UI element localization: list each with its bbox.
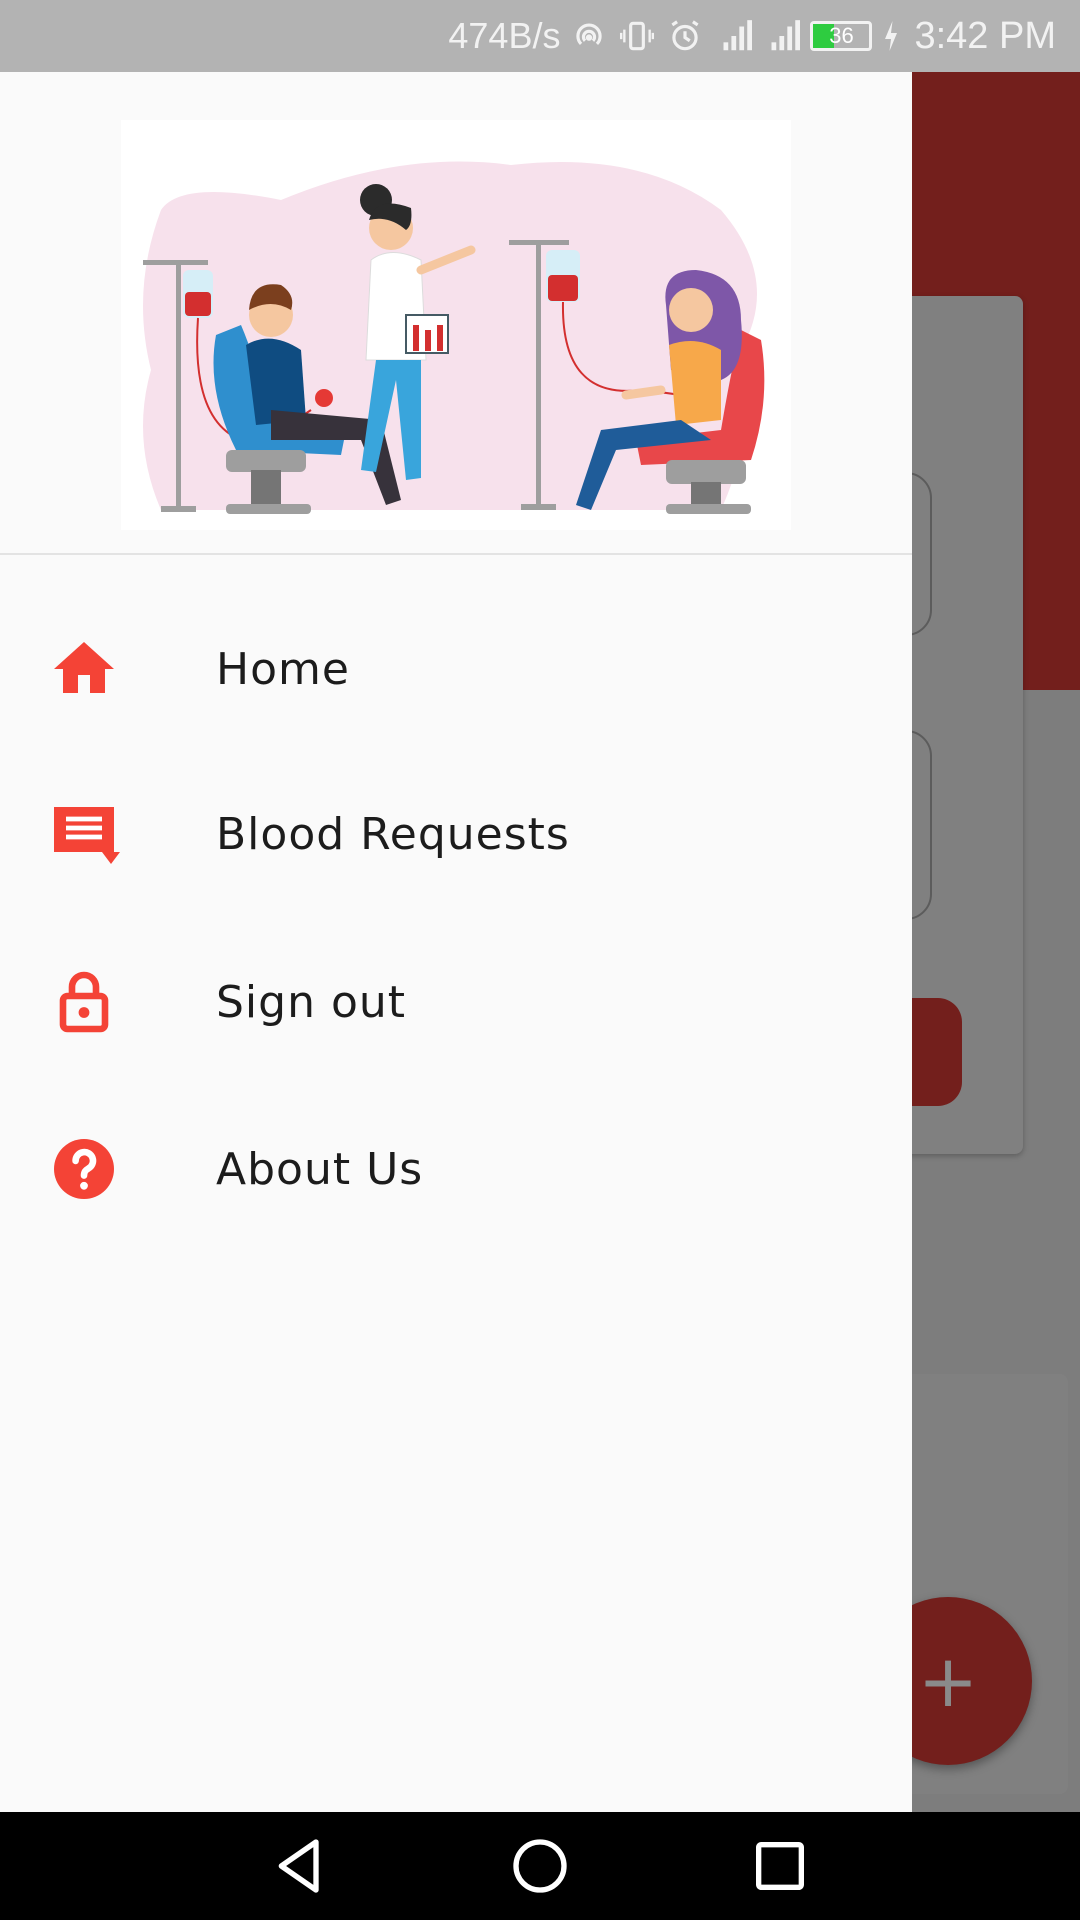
menu-item-label: Blood Requests [216,808,570,860]
menu-item-home[interactable]: Home [0,604,912,734]
network-speed: 474B/s [448,15,561,56]
menu-item-sign-out[interactable]: Sign out [0,937,912,1067]
back-icon[interactable] [268,1834,332,1898]
alarm-icon [671,20,700,51]
charging-icon [885,21,898,51]
navigation-drawer: Home Blood Requests Sign out About Us [0,72,912,1812]
blood-donation-illustration [121,120,791,530]
menu-item-label: Home [216,643,350,695]
menu-item-label: Sign out [216,976,407,1028]
recents-icon[interactable] [748,1834,812,1898]
lock-icon [59,971,109,1033]
drawer-header [0,72,912,555]
battery-level: 36 [829,23,854,48]
menu-item-about-us[interactable]: About Us [0,1104,912,1234]
battery-icon: 36 [810,21,873,51]
status-time: 3:42 PM [914,14,1056,57]
help-circle-icon [54,1139,114,1199]
signal-2g-icon [771,20,801,51]
home-icon [54,642,114,693]
signal-4g-icon [723,20,753,51]
vibrate-icon [620,21,655,51]
home-circle-icon[interactable] [508,1834,572,1898]
hotspot-icon [576,23,603,46]
menu-item-label: About Us [216,1143,424,1195]
menu-item-blood-requests[interactable]: Blood Requests [0,769,912,899]
system-navigation-bar [0,1812,1080,1920]
message-icon [54,807,120,864]
status-bar: 474B/s 36 3:42 PM [0,0,1080,72]
